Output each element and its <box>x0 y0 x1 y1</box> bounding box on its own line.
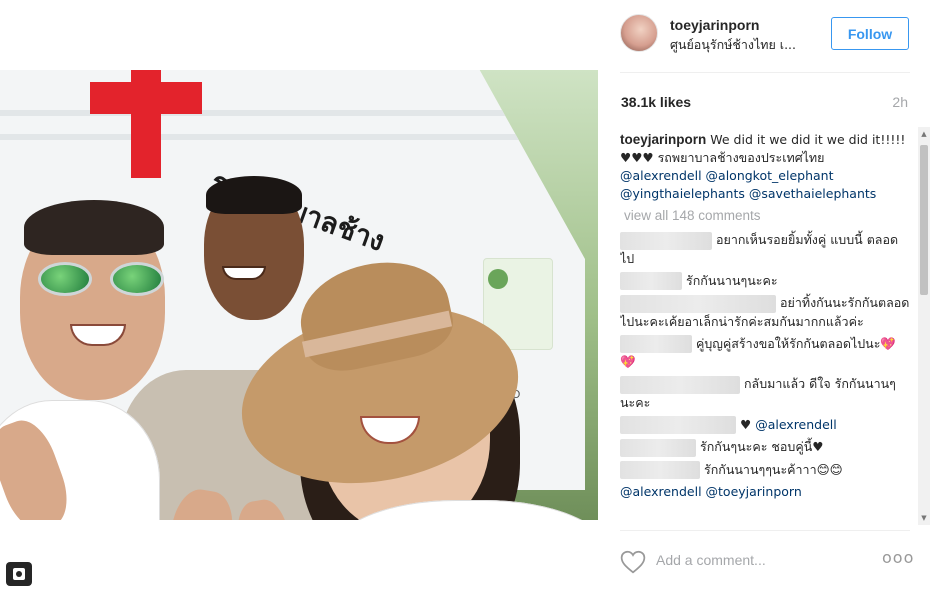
comments-section: toeyjarinporn We did it we did it we did… <box>620 127 916 525</box>
comment-item: รักกันนานๆนะคะ <box>620 272 916 290</box>
mention-link[interactable]: @alexrendell <box>755 417 837 432</box>
caption: toeyjarinporn We did it we did it we did… <box>620 127 916 203</box>
header-username[interactable]: toeyjarinporn <box>670 17 759 33</box>
divider <box>620 530 910 531</box>
view-all-comments-link[interactable]: view all 148 comments <box>620 203 916 227</box>
comment-item: ♥ @alexrendell <box>620 416 916 434</box>
person-middle-hair <box>206 176 302 214</box>
divider <box>620 72 910 73</box>
comment-item: คู่บุญคู่สร้างขอให้รักกันตลอดไปนะ💖💖 <box>620 335 916 372</box>
comment-item: อยากเห็นรอยยิ้มทั้งคู่ แบบนี้ ตลอดไป <box>620 231 916 268</box>
sunglasses-lens <box>38 262 92 296</box>
red-cross-horizontal <box>90 82 202 114</box>
sunglasses <box>38 262 168 296</box>
follow-button[interactable]: Follow <box>831 17 909 50</box>
mention-link[interactable]: @yingthaielephants <box>620 186 745 201</box>
comment-item: อย่าทิ้งกันนะรักกันตลอดไปนะคะเค้ยอาเล็กน… <box>620 294 916 331</box>
add-comment-input[interactable] <box>656 552 856 568</box>
blurred-username[interactable] <box>620 272 682 290</box>
scroll-thumb[interactable] <box>920 145 928 295</box>
mention-link[interactable]: @alongkot_elephant <box>706 168 834 183</box>
add-comment-row: ooo <box>620 540 914 580</box>
mention-link[interactable]: @savethaielephants <box>749 186 876 201</box>
comment-item: กลับมาแล้ว ดีใจ รักกันนานๆนะคะ <box>620 375 916 412</box>
comment-text[interactable]: @alexrendell @toeyjarinporn <box>620 484 802 499</box>
person-left-hair <box>24 200 164 255</box>
comments-scrollbar[interactable]: ▲ ▼ <box>918 127 930 525</box>
caption-username[interactable]: toeyjarinporn <box>620 132 706 147</box>
truck-rail <box>0 134 585 140</box>
post-time[interactable]: 2h <box>870 94 908 110</box>
comment-item: รักกันๆนะคะ ชอบคู่นี้♥ <box>620 438 916 457</box>
sunglasses-lens <box>110 262 164 296</box>
comment-item: @alexrendell @toeyjarinporn <box>620 483 916 501</box>
post-header: toeyjarinporn ศูนย์อนุรักษ์ช้างไทย เ... … <box>620 14 912 54</box>
location-link[interactable]: ศูนย์อนุรักษ์ช้างไทย เ... <box>670 35 796 55</box>
blurred-username[interactable] <box>620 461 700 479</box>
comment-text: ♥ <box>739 416 752 432</box>
scroll-up-icon[interactable]: ▲ <box>918 127 930 141</box>
tag-people-icon[interactable] <box>6 562 32 586</box>
truck-rail <box>0 110 585 116</box>
post-photo[interactable]: รถพยาบาลช้าง HINO <box>0 70 598 520</box>
comment-text: รักกันนานๆนะคะ <box>685 272 778 288</box>
comment-text: รักกันๆนะคะ ชอบคู่นี้♥ <box>699 439 824 454</box>
scroll-down-icon[interactable]: ▼ <box>918 511 930 525</box>
blurred-username[interactable] <box>620 438 696 457</box>
mention-link[interactable]: @alexrendell <box>620 168 702 183</box>
comment-item: รักกันนานๆๆนะค้าาา😊😊 <box>620 461 916 479</box>
blurred-username[interactable] <box>620 231 712 250</box>
heart-icon[interactable] <box>620 550 646 574</box>
avatar[interactable] <box>620 14 658 52</box>
blurred-username[interactable] <box>620 375 740 394</box>
blurred-username[interactable] <box>620 294 776 313</box>
blurred-username[interactable] <box>620 416 736 434</box>
likes-count[interactable]: 38.1k likes <box>621 94 691 110</box>
blurred-username[interactable] <box>620 335 692 353</box>
comment-text: รักกันนานๆๆนะค้าาา😊😊 <box>703 461 843 477</box>
logo-dot <box>488 269 508 289</box>
more-options-icon[interactable]: ooo <box>882 548 914 567</box>
